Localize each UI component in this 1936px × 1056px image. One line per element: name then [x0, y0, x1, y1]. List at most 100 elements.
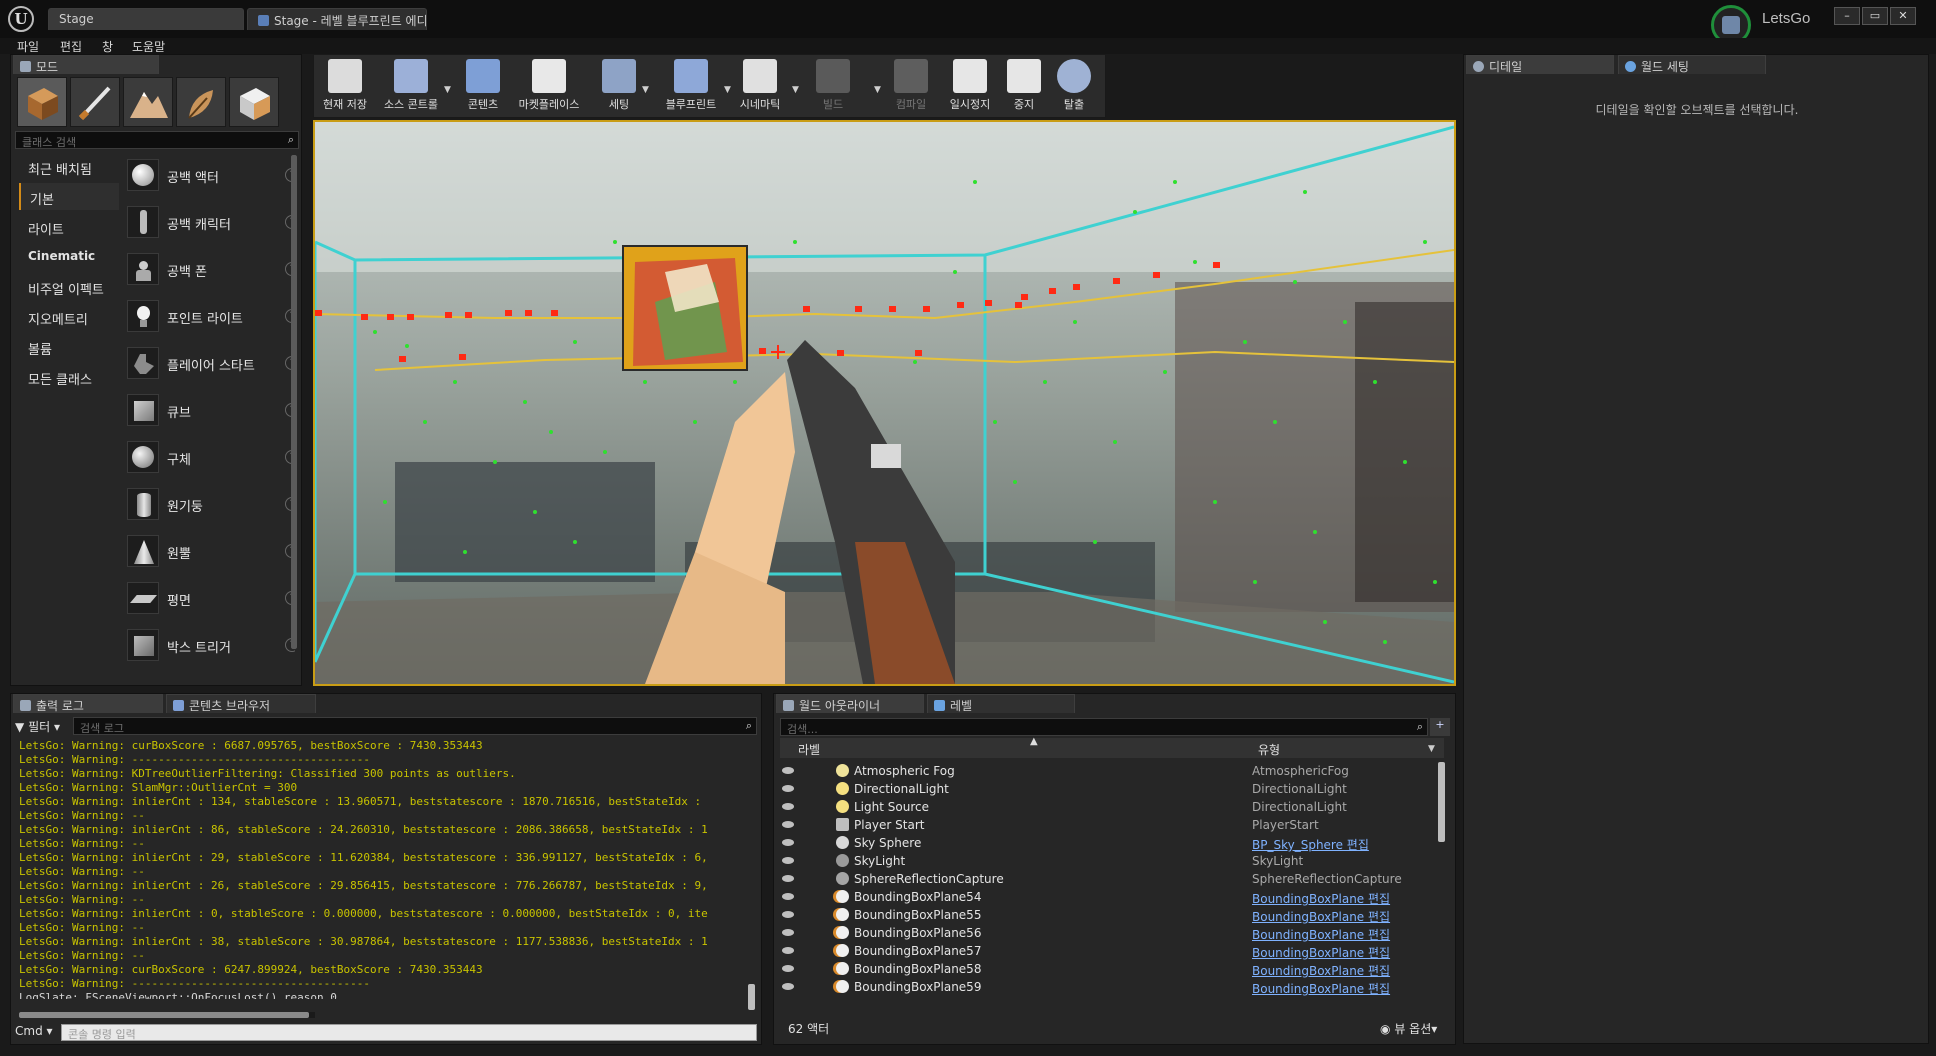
outliner-row[interactable]: Light Source DirectionalLight [780, 798, 1436, 816]
row-type-link[interactable]: BoundingBoxPlane 편집 [1252, 944, 1390, 961]
place-box-trigger[interactable]: 박스 트리거? [119, 626, 295, 664]
settings-button[interactable]: 세팅 [594, 59, 644, 115]
menu-file[interactable]: 파일 [17, 38, 39, 55]
row-type-link[interactable]: BoundingBoxPlane 편집 [1252, 890, 1390, 907]
search-icon[interactable]: ⌕ [288, 133, 294, 147]
outliner-row[interactable]: Player Start PlayerStart [780, 816, 1436, 834]
eye-icon[interactable] [782, 947, 794, 954]
category-basic[interactable]: 기본 [19, 183, 119, 210]
outliner-row[interactable]: BoundingBoxPlane56 BoundingBoxPlane 편집 [780, 924, 1436, 942]
outliner-row[interactable]: Atmospheric Fog AtmosphericFog [780, 762, 1436, 780]
place-empty-actor[interactable]: 공백 액터? [119, 156, 295, 194]
category-visual-effects[interactable]: 비주얼 이펙트 [19, 273, 119, 300]
outliner-row[interactable]: SkyLight SkyLight [780, 852, 1436, 870]
build-button[interactable]: 빌드 [808, 59, 858, 115]
class-search-input[interactable]: 클래스 검색 ⌕ [15, 131, 299, 149]
search-icon[interactable]: ⌕ [746, 719, 752, 733]
stop-button[interactable]: 중지 [1002, 59, 1046, 115]
place-cube[interactable]: 큐브? [119, 391, 295, 429]
tab-modes[interactable]: 모드 [13, 55, 159, 74]
eye-icon[interactable] [782, 983, 794, 990]
chevron-down-icon[interactable]: ▼ [792, 85, 799, 95]
log-vertical-scrollbar[interactable] [748, 984, 755, 1010]
eye-icon[interactable] [782, 821, 794, 828]
eye-icon[interactable] [782, 785, 794, 792]
blueprints-button[interactable]: 블루프린트 [656, 59, 726, 115]
cmd-selector[interactable]: Cmd ▾ [15, 1024, 59, 1040]
eye-icon[interactable] [782, 911, 794, 918]
chevron-down-icon[interactable]: ▼ [874, 85, 881, 95]
search-icon[interactable]: ⌕ [1417, 720, 1423, 734]
tab-level-blueprint[interactable]: Stage - 레벨 블루프린트 에디 [247, 8, 427, 30]
tab-world-outliner[interactable]: 월드 아웃라이너 [776, 694, 924, 713]
category-volumes[interactable]: 볼륨 [19, 333, 119, 360]
mode-geometry-button[interactable] [229, 77, 279, 127]
tab-stage[interactable]: Stage [48, 8, 244, 30]
place-empty-pawn[interactable]: 공백 폰? [119, 250, 295, 288]
eye-icon[interactable] [782, 857, 794, 864]
tab-output-log[interactable]: 출력 로그 [13, 694, 163, 713]
outliner-scrollbar[interactable] [1438, 762, 1445, 842]
outliner-row[interactable]: BoundingBoxPlane59 BoundingBoxPlane 편집 [780, 978, 1436, 996]
category-recent[interactable]: 최근 배치됨 [19, 153, 119, 180]
outliner-search-input[interactable]: 검색... ⌕ [780, 718, 1428, 736]
eye-icon[interactable] [782, 767, 794, 774]
outliner-row[interactable]: SphereReflectionCapture SphereReflection… [780, 870, 1436, 888]
close-button[interactable]: ✕ [1890, 7, 1916, 25]
place-cylinder[interactable]: 원기둥? [119, 485, 295, 523]
row-type-link[interactable]: BoundingBoxPlane 편집 [1252, 908, 1390, 925]
column-label[interactable]: 라벨 [798, 741, 820, 758]
maximize-button[interactable]: ▭ [1862, 7, 1888, 25]
category-cinematic[interactable]: Cinematic [19, 243, 119, 270]
outliner-row[interactable]: Sky Sphere BP_Sky_Sphere 편집 [780, 834, 1436, 852]
place-empty-character[interactable]: 공백 캐릭터? [119, 203, 295, 241]
tab-content-browser[interactable]: 콘텐츠 브라우저 [166, 694, 316, 713]
menu-window[interactable]: 창 [102, 38, 113, 55]
sort-ascending-icon[interactable]: ▲ [1030, 736, 1038, 747]
outliner-row[interactable]: BoundingBoxPlane54 BoundingBoxPlane 편집 [780, 888, 1436, 906]
row-type-link[interactable]: BoundingBoxPlane 편집 [1252, 926, 1390, 943]
log-horizontal-scrollbar[interactable] [19, 1012, 315, 1018]
tab-levels[interactable]: 레벨 [927, 694, 1075, 713]
filter-button[interactable]: ▼ 필터 ▾ [15, 718, 71, 734]
unreal-logo-icon[interactable]: U [8, 6, 34, 32]
mode-landscape-button[interactable] [123, 77, 173, 127]
chevron-down-icon[interactable]: ▼ [1428, 744, 1435, 754]
chevron-down-icon[interactable]: ▼ [642, 85, 649, 95]
mode-place-button[interactable] [17, 77, 67, 127]
log-search-input[interactable]: 검색 로그 ⌕ [73, 717, 757, 735]
category-geometry[interactable]: 지오메트리 [19, 303, 119, 330]
row-type-link[interactable]: BoundingBoxPlane 편집 [1252, 980, 1390, 997]
add-folder-button[interactable]: + [1430, 718, 1450, 736]
console-command-input[interactable]: 콘솔 명령 입력 [61, 1024, 757, 1041]
category-lights[interactable]: 라이트 [19, 213, 119, 240]
eye-icon[interactable] [782, 803, 794, 810]
marketplace-button[interactable]: 마켓플레이스 [514, 59, 584, 115]
outliner-row[interactable]: BoundingBoxPlane57 BoundingBoxPlane 편집 [780, 942, 1436, 960]
column-type[interactable]: 유형 [1258, 741, 1280, 758]
outliner-row[interactable]: DirectionalLight DirectionalLight [780, 780, 1436, 798]
eye-icon[interactable] [782, 965, 794, 972]
menu-edit[interactable]: 편집 [60, 38, 82, 55]
eject-button[interactable]: 탈출 [1052, 59, 1096, 115]
tab-details[interactable]: 디테일 [1466, 55, 1614, 74]
menu-help[interactable]: 도움말 [132, 38, 165, 55]
compile-button[interactable]: 컴파일 [886, 59, 936, 115]
place-point-light[interactable]: 포인트 라이트? [119, 297, 295, 335]
view-options-button[interactable]: ◉ 뷰 옵션▾ [1380, 1020, 1437, 1037]
source-control-button[interactable]: 소스 콘트롤 [376, 59, 446, 115]
eye-icon[interactable] [782, 893, 794, 900]
category-all-classes[interactable]: 모든 클래스 [19, 363, 119, 390]
minimize-button[interactable]: – [1834, 7, 1860, 25]
mode-foliage-button[interactable] [176, 77, 226, 127]
row-type-link[interactable]: BP_Sky_Sphere 편집 [1252, 836, 1369, 853]
outliner-row[interactable]: BoundingBoxPlane58 BoundingBoxPlane 편집 [780, 960, 1436, 978]
level-viewport[interactable] [313, 120, 1456, 686]
eye-icon[interactable] [782, 839, 794, 846]
placeable-scrollbar[interactable] [291, 155, 297, 649]
place-cone[interactable]: 원뿔? [119, 532, 295, 570]
mode-paint-button[interactable] [70, 77, 120, 127]
place-player-start[interactable]: 플레이어 스타트? [119, 344, 295, 382]
cinematics-button[interactable]: 시네마틱 [730, 59, 790, 115]
outliner-row[interactable]: BoundingBoxPlane55 BoundingBoxPlane 편집 [780, 906, 1436, 924]
